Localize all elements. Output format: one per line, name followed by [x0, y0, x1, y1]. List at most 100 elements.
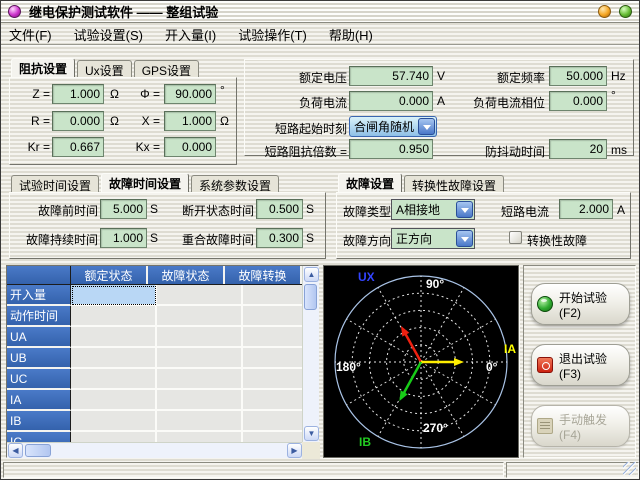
short-current-field[interactable]	[559, 199, 613, 219]
tab-system-params[interactable]: 系统参数设置	[191, 175, 279, 192]
resize-grip[interactable]	[623, 462, 636, 475]
menu-test-settings[interactable]: 试验设置(S)	[74, 25, 143, 44]
table-cell[interactable]	[157, 369, 243, 390]
kr-field[interactable]	[52, 137, 104, 157]
impedance-tabs: 阻抗设置 Ux设置 GPS设置	[11, 58, 201, 77]
scroll-left-button[interactable]: ◀	[8, 443, 23, 458]
impedance-mult-field[interactable]	[349, 139, 433, 159]
table-cell[interactable]	[243, 369, 302, 390]
action-button-panel: 开始试验(F2) 退出试验(F3) 手动触发(F4)	[523, 265, 636, 458]
fault-duration-field[interactable]	[100, 228, 147, 248]
source-panel: 额定电压 V 额定频率 Hz 负荷电流 A 负荷电流相位 ° 短路起始时刻 合闸…	[244, 59, 634, 156]
scroll-down-button[interactable]: ▼	[304, 426, 319, 441]
tab-convert-fault-settings[interactable]: 转换性故障设置	[404, 175, 504, 192]
table-cell[interactable]	[157, 432, 243, 442]
table-cell[interactable]	[157, 348, 243, 369]
menu-help[interactable]: 帮助(H)	[329, 25, 373, 44]
rated-freq-label: 额定频率	[435, 69, 545, 86]
debounce-label: 防抖动时间	[435, 143, 545, 160]
table-row: IB	[7, 411, 302, 432]
scroll-up-button[interactable]: ▲	[304, 267, 319, 282]
table-cell[interactable]	[157, 285, 243, 306]
tab-ux-settings[interactable]: Ux设置	[77, 60, 132, 77]
table-cell[interactable]	[157, 390, 243, 411]
kx-field[interactable]	[164, 137, 216, 157]
table-row: UC	[7, 369, 302, 390]
table-cell[interactable]	[243, 390, 302, 411]
angle-270-label: 270°	[423, 421, 448, 435]
scroll-right-button[interactable]: ▶	[287, 443, 302, 458]
rated-freq-field[interactable]	[549, 66, 607, 86]
fault-type-dropdown[interactable]: A相接地	[391, 199, 475, 220]
reclose-fault-time-field[interactable]	[256, 228, 303, 248]
close-button[interactable]	[619, 5, 632, 18]
manual-trigger-button[interactable]: 手动触发(F4)	[531, 405, 630, 447]
table-cell[interactable]	[71, 411, 157, 432]
app-icon	[8, 5, 21, 18]
horizontal-scrollbar[interactable]: ◀ ▶	[7, 442, 303, 458]
table-row: UA	[7, 327, 302, 348]
open-state-time-field[interactable]	[256, 199, 303, 219]
kr-label: Kr =	[14, 140, 50, 154]
menu-binary-input[interactable]: 开入量(I)	[165, 25, 216, 44]
col-fault-state: 故障状态	[148, 266, 225, 284]
start-test-button[interactable]: 开始试验(F2)	[531, 283, 630, 325]
short-start-value: 合闸角随机	[350, 118, 418, 135]
load-phase-field[interactable]	[549, 91, 607, 111]
exit-test-button[interactable]: 退出试验(F3)	[531, 344, 630, 386]
chevron-down-icon[interactable]	[456, 201, 473, 218]
horizontal-scroll-thumb[interactable]	[25, 444, 51, 457]
row-header: IA	[7, 390, 71, 411]
ux-phase-label: UX	[358, 270, 375, 284]
minimize-button[interactable]	[598, 5, 611, 18]
short-start-dropdown[interactable]: 合闸角随机	[349, 116, 437, 137]
phi-label: Φ =	[124, 87, 160, 101]
table-cell[interactable]	[157, 411, 243, 432]
table-cell[interactable]	[243, 411, 302, 432]
menu-test-operation[interactable]: 试验操作(T)	[238, 25, 307, 44]
phi-field[interactable]	[164, 84, 216, 104]
tab-impedance-settings[interactable]: 阻抗设置	[11, 58, 75, 77]
table-cell[interactable]	[243, 285, 302, 306]
chevron-down-icon[interactable]	[456, 230, 473, 247]
table-cell[interactable]	[71, 327, 157, 348]
debounce-unit: ms	[611, 143, 627, 157]
x-field[interactable]	[164, 111, 216, 131]
table-cell[interactable]	[71, 306, 157, 327]
load-phase-unit: °	[611, 88, 616, 102]
table-cell[interactable]	[243, 327, 302, 348]
table-cell[interactable]	[71, 369, 157, 390]
title-bar[interactable]: 继电保护测试软件 —— 整组试验	[1, 1, 639, 23]
table-cell[interactable]	[157, 306, 243, 327]
tab-fault-time[interactable]: 故障时间设置	[101, 173, 189, 192]
table-cell[interactable]	[157, 327, 243, 348]
tab-fault-settings[interactable]: 故障设置	[338, 173, 402, 192]
fault-dir-dropdown[interactable]: 正方向	[391, 228, 475, 249]
ia-phase-label: IA	[504, 342, 516, 356]
vertical-scroll-thumb[interactable]	[304, 284, 317, 310]
z-field[interactable]	[52, 84, 104, 104]
table-cell[interactable]	[71, 432, 157, 442]
prefault-time-field[interactable]	[100, 199, 147, 219]
fault-duration-unit: S	[150, 231, 158, 245]
start-icon	[537, 296, 553, 312]
tab-test-time[interactable]: 试验时间设置	[11, 175, 99, 192]
table-cell[interactable]	[243, 306, 302, 327]
chevron-down-icon[interactable]	[418, 118, 435, 135]
load-current-field[interactable]	[349, 91, 433, 111]
vertical-scrollbar[interactable]: ▲ ▼	[302, 266, 319, 442]
table-cell[interactable]	[71, 348, 157, 369]
table-cell-selected[interactable]	[71, 285, 157, 306]
tab-gps-settings[interactable]: GPS设置	[134, 60, 199, 77]
r-field[interactable]	[52, 111, 104, 131]
debounce-field[interactable]	[549, 139, 607, 159]
rated-voltage-field[interactable]	[349, 66, 433, 86]
short-current-unit: A	[617, 203, 625, 217]
table-cell[interactable]	[243, 348, 302, 369]
table-cell[interactable]	[71, 390, 157, 411]
row-header: IC	[7, 432, 71, 442]
corner-cell	[7, 266, 71, 284]
convert-fault-checkbox[interactable]	[509, 231, 522, 244]
table-cell[interactable]	[243, 432, 302, 442]
menu-file[interactable]: 文件(F)	[9, 25, 52, 44]
